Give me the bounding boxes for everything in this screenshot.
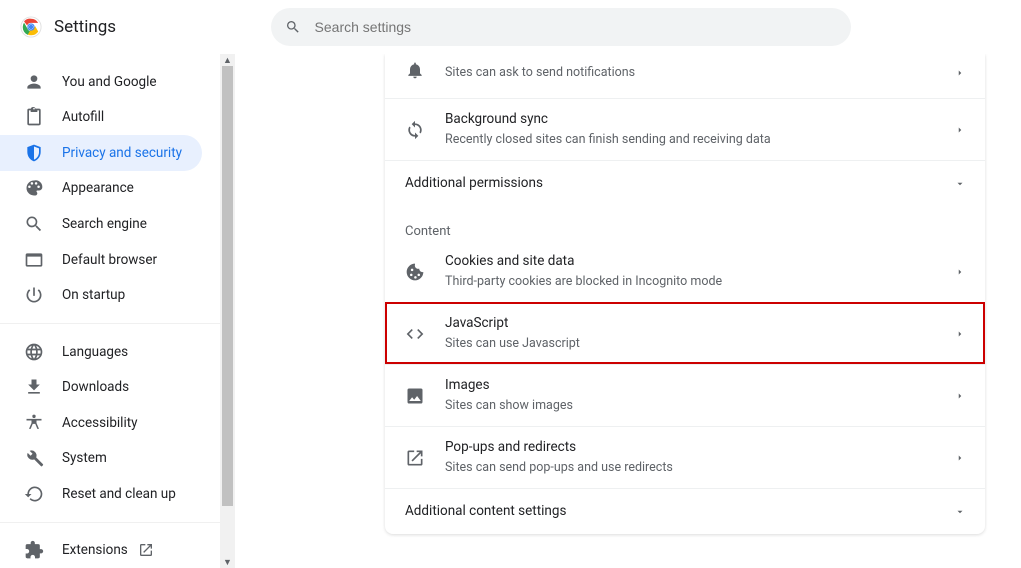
chevron-right-icon	[955, 63, 965, 82]
scrollbar-thumb[interactable]	[222, 66, 233, 506]
open-in-new-icon	[138, 542, 154, 558]
accessibility-icon	[24, 413, 44, 433]
setting-background-sync[interactable]: Background sync Recently closed sites ca…	[385, 98, 985, 160]
search-settings[interactable]	[271, 8, 851, 46]
power-icon	[24, 285, 44, 305]
sidebar-item-default-browser[interactable]: Default browser	[0, 242, 202, 278]
sidebar-item-you-and-google[interactable]: You and Google	[0, 64, 202, 100]
setting-notifications[interactable]: Sites can ask to send notifications	[385, 54, 985, 98]
sidebar-separator	[0, 323, 220, 324]
sidebar-item-on-startup[interactable]: On startup	[0, 277, 202, 313]
sidebar-item-label: System	[62, 450, 107, 466]
sidebar-item-accessibility[interactable]: Accessibility	[0, 405, 202, 441]
sync-icon	[405, 120, 425, 140]
search-icon	[24, 214, 44, 234]
chrome-logo-icon	[20, 16, 42, 38]
sidebar-item-label: Autofill	[62, 109, 104, 125]
sidebar-item-label: Search engine	[62, 216, 147, 232]
extension-icon	[24, 540, 44, 560]
setting-additional-content[interactable]: Additional content settings	[385, 488, 985, 534]
sidebar-item-label: Appearance	[62, 180, 134, 196]
sidebar-separator	[0, 522, 220, 523]
restore-icon	[24, 484, 44, 504]
section-label-content: Content	[385, 206, 985, 241]
sidebar-item-label: Languages	[62, 344, 128, 360]
setting-title: Background sync	[445, 111, 771, 129]
setting-title: Images	[445, 377, 573, 395]
setting-subtitle: Recently closed sites can finish sending…	[445, 131, 771, 149]
sidebar: You and Google Autofill Privacy and secu…	[0, 54, 220, 568]
sidebar-item-languages[interactable]: Languages	[0, 334, 202, 370]
clipboard-icon	[24, 107, 44, 127]
sidebar-item-label: Extensions	[62, 542, 128, 558]
sidebar-item-search-engine[interactable]: Search engine	[0, 206, 202, 242]
search-input[interactable]	[313, 18, 837, 36]
open-in-new-icon	[405, 448, 425, 468]
download-icon	[24, 377, 44, 397]
main-content: Sites can ask to send notifications Back…	[235, 54, 1021, 568]
globe-icon	[24, 342, 44, 362]
sidebar-scrollbar[interactable]: ▲ ▼	[220, 54, 235, 568]
setting-subtitle: Sites can send pop-ups and use redirects	[445, 459, 673, 477]
setting-images[interactable]: Images Sites can show images	[385, 364, 985, 426]
sidebar-item-extensions[interactable]: Extensions	[0, 533, 202, 568]
bell-icon	[405, 60, 425, 80]
scroll-down-arrow-icon[interactable]: ▼	[220, 556, 235, 568]
sidebar-item-appearance[interactable]: Appearance	[0, 171, 202, 207]
sidebar-item-label: Accessibility	[62, 415, 138, 431]
scroll-up-arrow-icon[interactable]: ▲	[220, 54, 235, 66]
sidebar-item-label: Default browser	[62, 252, 157, 268]
app-header: Settings	[0, 0, 1021, 54]
search-icon	[285, 19, 301, 35]
setting-subtitle: Sites can ask to send notifications	[445, 64, 635, 82]
image-icon	[405, 386, 425, 406]
sidebar-item-label: Downloads	[62, 379, 129, 395]
sidebar-item-privacy[interactable]: Privacy and security	[0, 135, 202, 171]
person-icon	[24, 72, 44, 92]
page-title: Settings	[54, 17, 116, 37]
sidebar-item-label: You and Google	[62, 74, 157, 90]
setting-subtitle: Sites can show images	[445, 397, 573, 415]
code-icon	[405, 324, 425, 344]
setting-subtitle: Third-party cookies are blocked in Incog…	[445, 273, 722, 291]
chevron-down-icon	[955, 174, 965, 193]
setting-title: Cookies and site data	[445, 253, 722, 271]
setting-additional-permissions[interactable]: Additional permissions	[385, 160, 985, 206]
setting-title: Additional permissions	[405, 175, 543, 193]
wrench-icon	[24, 448, 44, 468]
shield-icon	[24, 143, 44, 163]
chevron-right-icon	[955, 386, 965, 405]
setting-title: Additional content settings	[405, 503, 566, 521]
setting-cookies[interactable]: Cookies and site data Third-party cookie…	[385, 241, 985, 302]
setting-title: JavaScript	[445, 315, 580, 333]
chevron-right-icon	[955, 324, 965, 343]
sidebar-item-label: Reset and clean up	[62, 486, 176, 502]
cookie-icon	[405, 262, 425, 282]
setting-subtitle: Sites can use Javascript	[445, 335, 580, 353]
setting-popups[interactable]: Pop-ups and redirects Sites can send pop…	[385, 426, 985, 488]
sidebar-item-system[interactable]: System	[0, 440, 202, 476]
sidebar-item-label: Privacy and security	[62, 145, 182, 161]
sidebar-item-reset[interactable]: Reset and clean up	[0, 476, 202, 512]
palette-icon	[24, 178, 44, 198]
browser-icon	[24, 250, 44, 270]
sidebar-item-label: On startup	[62, 287, 125, 303]
settings-card: Sites can ask to send notifications Back…	[385, 54, 985, 534]
sidebar-item-downloads[interactable]: Downloads	[0, 369, 202, 405]
sidebar-item-autofill[interactable]: Autofill	[0, 100, 202, 136]
chevron-down-icon	[955, 502, 965, 521]
chevron-right-icon	[955, 262, 965, 281]
chevron-right-icon	[955, 448, 965, 467]
setting-javascript[interactable]: JavaScript Sites can use Javascript	[385, 302, 985, 364]
chevron-right-icon	[955, 120, 965, 139]
setting-title: Pop-ups and redirects	[445, 439, 673, 457]
